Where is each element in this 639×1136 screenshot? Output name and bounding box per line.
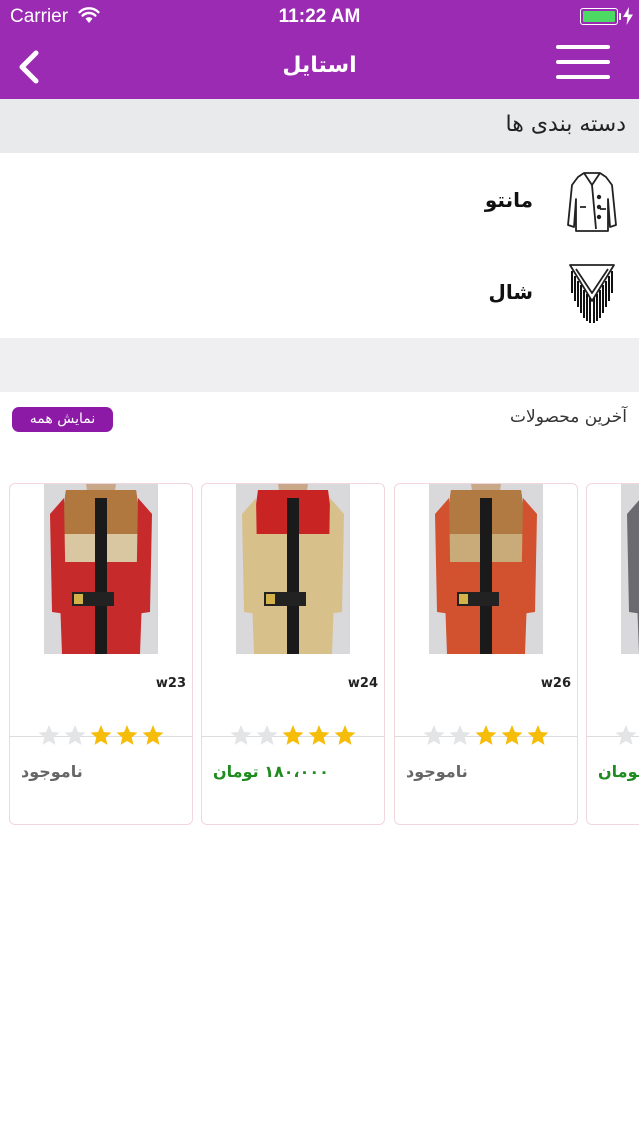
star-empty-icon: [230, 725, 252, 745]
rating-stars: [38, 725, 164, 745]
shawl-icon: [569, 264, 615, 323]
category-list: مانتو شال: [0, 153, 639, 338]
menu-bar-icon: [556, 60, 610, 64]
navigation-bar: استایل: [0, 34, 639, 99]
product-card[interactable]: تومان: [586, 483, 639, 825]
brand-logo: [74, 594, 83, 604]
product-card[interactable]: w23 ناموجود: [9, 483, 193, 825]
product-image: [621, 484, 639, 654]
product-image: [236, 484, 350, 654]
coat-sleeve-right: [521, 498, 537, 614]
menu-bar-icon: [556, 75, 610, 79]
clock: 11:22 AM: [278, 6, 361, 27]
category-label: شال: [488, 280, 533, 304]
product-price: تومان: [598, 762, 639, 781]
star-empty-icon: [256, 725, 278, 745]
product-code: w24: [347, 676, 378, 691]
star-empty-icon: [615, 725, 637, 745]
section-spacer: [0, 338, 639, 392]
brand-logo: [266, 594, 275, 604]
product-card[interactable]: w26 ناموجود: [394, 483, 578, 825]
product-price: ناموجود: [21, 762, 83, 781]
star-empty-icon: [38, 725, 60, 745]
star-filled-icon: [116, 725, 138, 745]
star-empty-icon: [449, 725, 471, 745]
star-filled-icon: [527, 725, 549, 745]
page-title: استایل: [282, 53, 357, 78]
product-image: [44, 484, 158, 654]
battery-icon: [580, 8, 618, 25]
star-empty-icon: [64, 725, 86, 745]
latest-products-title: آخرین محصولات: [510, 407, 627, 427]
coat-sleeve-left: [627, 500, 639, 614]
rating-stars: [423, 725, 549, 745]
coat-sleeve-left: [242, 498, 258, 614]
coat-opening: [95, 498, 107, 654]
product-card[interactable]: w24 ۱۸۰،۰۰۰ تومان: [201, 483, 385, 825]
categories-title: دسته بندی ها: [505, 112, 626, 137]
menu-bar-icon: [556, 45, 610, 49]
coat-icon: [567, 172, 617, 232]
star-filled-icon: [282, 725, 304, 745]
star-filled-icon: [475, 725, 497, 745]
coat-sleeve-right: [136, 498, 152, 614]
coat-opening: [287, 498, 299, 654]
star-filled-icon: [90, 725, 112, 745]
product-carousel[interactable]: w23 ناموجود w24 ۱۸۰،۰۰۰ تومان w26 ناموجو…: [0, 483, 639, 828]
product-code: w26: [540, 676, 571, 691]
brand-logo: [459, 594, 468, 604]
category-label: مانتو: [484, 188, 533, 212]
star-filled-icon: [142, 725, 164, 745]
status-bar: Carrier 11:22 AM: [0, 0, 639, 34]
coat-sleeve-right: [328, 498, 344, 614]
app-header: Carrier 11:22 AM استایل: [0, 0, 639, 99]
coat-opening: [480, 498, 492, 654]
charging-bolt-icon: [623, 7, 633, 25]
categories-header: دسته بندی ها: [0, 99, 639, 153]
battery-tip: [619, 13, 621, 20]
category-item-manto[interactable]: مانتو: [0, 153, 639, 245]
star-filled-icon: [308, 725, 330, 745]
rating-stars: [230, 725, 356, 745]
coat-sleeve-left: [50, 498, 66, 614]
hamburger-menu-button[interactable]: [556, 45, 610, 81]
category-item-shawl[interactable]: شال: [0, 245, 639, 337]
coat-sleeve-left: [435, 498, 451, 614]
rating-stars: [615, 725, 637, 745]
star-empty-icon: [423, 725, 445, 745]
show-all-button[interactable]: نمایش همه: [12, 407, 113, 432]
star-filled-icon: [334, 725, 356, 745]
product-image: [429, 484, 543, 654]
product-code: w23: [155, 676, 186, 691]
product-price: ۱۸۰،۰۰۰ تومان: [213, 762, 329, 781]
product-price: ناموجود: [406, 762, 468, 781]
star-filled-icon: [501, 725, 523, 745]
